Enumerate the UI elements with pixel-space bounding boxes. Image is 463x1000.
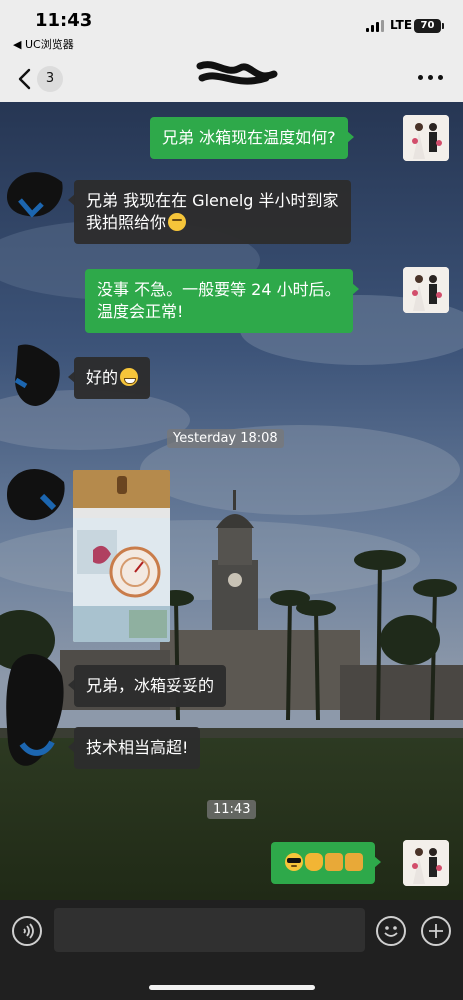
back-to-app-link[interactable]: ◀ UC浏览器: [13, 36, 74, 52]
sunglasses-face-icon: [285, 853, 303, 871]
my-avatar[interactable]: [403, 267, 449, 313]
handshake-icon: [345, 853, 363, 871]
network-type: LTE: [390, 18, 413, 32]
message-line: 温度会正常!: [97, 302, 184, 321]
plus-sign-icon: [429, 924, 443, 938]
couple-avatar-icon: [403, 840, 449, 886]
message-outgoing-1: 兄弟 冰箱现在温度如何?: [150, 117, 354, 159]
voice-icon[interactable]: [12, 916, 42, 946]
status-time: 11:43: [35, 10, 93, 31]
message-line: 我拍照给你: [86, 212, 339, 234]
plus-icon[interactable]: [421, 916, 451, 946]
signal-strength-icon: [366, 20, 386, 32]
battery-icon: 70: [414, 19, 444, 33]
contact-avatar[interactable]: [8, 340, 66, 410]
message-incoming-1: 兄弟 我现在在 Glenelg 半小时到家 我拍照给你: [68, 180, 351, 244]
photo-image: [73, 470, 170, 642]
message-incoming-2: 好的: [67, 357, 151, 399]
smiley-icon: [384, 926, 398, 937]
timestamp: 11:43: [207, 800, 257, 819]
emoji-icon[interactable]: [376, 916, 406, 946]
message-outgoing-2: 没事 不急。一般要等 24 小时后。 温度会正常!: [85, 269, 359, 333]
message-outgoing-3: [271, 842, 381, 884]
message-input[interactable]: [54, 908, 365, 952]
grinning-face-icon: [120, 368, 139, 386]
timestamp: Yesterday 18:08: [167, 429, 284, 448]
my-avatar[interactable]: [403, 840, 449, 886]
message-line: 没事 不急。一般要等 24 小时后。: [97, 280, 341, 299]
home-indicator[interactable]: [149, 985, 315, 990]
couple-avatar-icon: [403, 267, 449, 313]
handshake-icon: [325, 853, 343, 871]
fridge-thermometer-photo[interactable]: [73, 470, 170, 642]
chat-header: 3: [0, 56, 463, 102]
thinking-face-icon: [168, 213, 187, 231]
contact-avatar[interactable]: [2, 646, 68, 776]
more-dots-icon[interactable]: [418, 74, 444, 82]
redacted-contact-name: [196, 61, 278, 85]
message-line: 兄弟 我现在在 Glenelg 半小时到家: [86, 191, 339, 210]
chevron-left-icon[interactable]: [14, 66, 36, 92]
couple-avatar-icon: [403, 115, 449, 161]
contact-avatar[interactable]: [2, 160, 68, 226]
message-incoming-3: 兄弟，冰箱妥妥的: [67, 665, 227, 707]
voice-wave-icon: [23, 923, 34, 939]
status-bar: 11:43 ◀ UC浏览器 LTE 70: [0, 0, 463, 56]
my-avatar[interactable]: [403, 115, 449, 161]
ok-hand-icon: [305, 853, 323, 871]
unread-count-badge: 3: [37, 66, 63, 92]
contact-avatar[interactable]: [2, 460, 68, 526]
message-incoming-4: 技术相当高超!: [67, 727, 201, 769]
